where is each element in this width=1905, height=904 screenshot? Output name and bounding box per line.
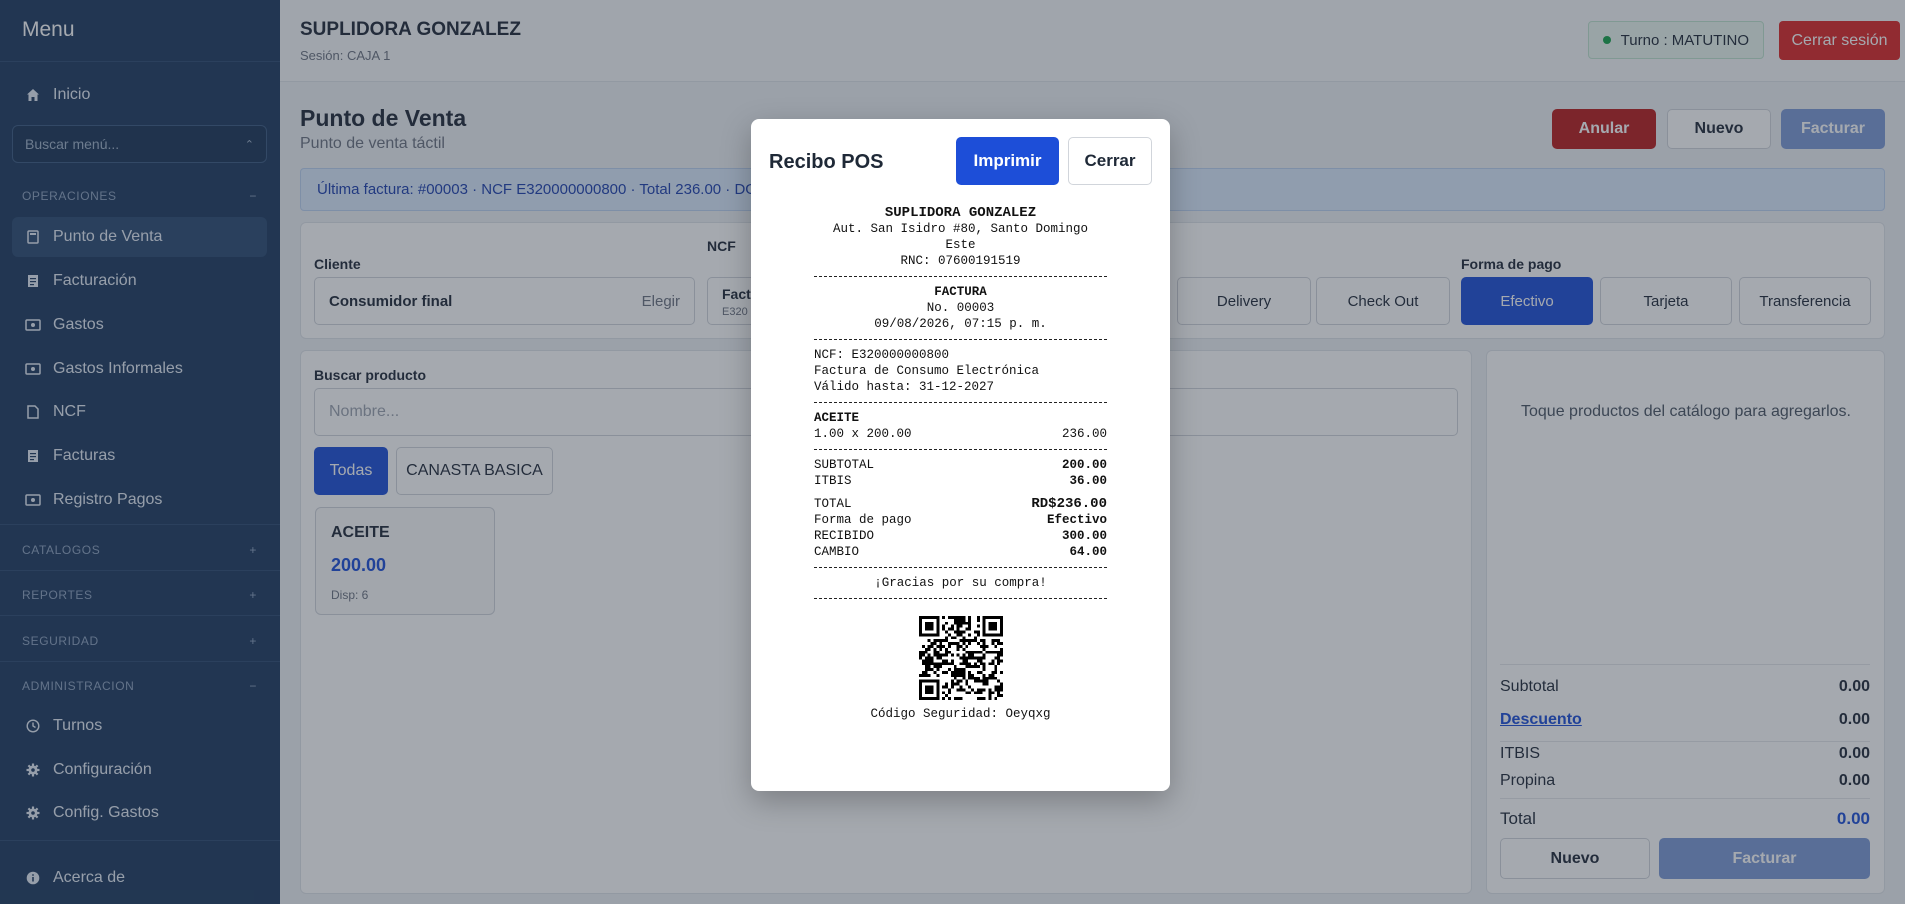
receipt-valid-until: Válido hasta: 31-12-2027: [814, 380, 995, 394]
receipt-received-row: RECIBIDO 300.00: [814, 528, 1107, 544]
receipt-ncf: NCF: E320000000800: [814, 348, 950, 362]
receipt-doc-type: FACTURA: [934, 285, 987, 299]
receipt-number: No. 00003: [926, 301, 995, 315]
receipt-itbis-label: ITBIS: [814, 474, 852, 488]
receipt-received-label: RECIBIDO: [814, 529, 875, 543]
receipt-rnc: RNC: 07600191519: [900, 254, 1021, 268]
modal-title: Recibo POS: [769, 151, 884, 173]
receipt-address: Aut. San Isidro #80, Santo Domingo: [832, 222, 1089, 236]
receipt-change-row: CAMBIO 64.00: [814, 544, 1107, 560]
receipt-ncf-type: Factura de Consumo Electrónica: [814, 364, 1040, 378]
receipt-modal: Recibo POS Imprimir Cerrar SUPLIDORA GON…: [751, 119, 1170, 791]
receipt-payment-value: Efectivo: [1046, 513, 1107, 527]
receipt-security-code: Código Seguridad: Oeyqxg: [870, 707, 1051, 721]
receipt-total-value: RD$236.00: [1031, 496, 1107, 512]
print-button[interactable]: Imprimir: [956, 137, 1059, 185]
divider: [814, 276, 1107, 277]
divider: [814, 402, 1107, 403]
receipt: SUPLIDORA GONZALEZ Aut. San Isidro #80, …: [814, 205, 1107, 722]
divider: [814, 598, 1107, 599]
receipt-total-row: TOTAL RD$236.00: [814, 496, 1107, 512]
close-button[interactable]: Cerrar: [1068, 137, 1152, 185]
divider: [814, 567, 1107, 568]
divider: [814, 339, 1107, 340]
receipt-datetime: 09/08/2026, 07:15 p. m.: [874, 317, 1047, 331]
receipt-thanks: ¡Gracias por su compra!: [874, 576, 1047, 590]
receipt-total-label: TOTAL: [814, 497, 852, 511]
receipt-itbis-row: ITBIS 36.00: [814, 473, 1107, 489]
receipt-item-total: 236.00: [1061, 427, 1107, 441]
receipt-payment-label: Forma de pago: [814, 513, 912, 527]
receipt-address-2: Este: [945, 238, 976, 252]
receipt-item-qty: 1.00 x 200.00: [814, 427, 912, 441]
receipt-subtotal-value: 200.00: [1061, 458, 1107, 472]
receipt-item-row: 1.00 x 200.00 236.00: [814, 426, 1107, 442]
receipt-change-label: CAMBIO: [814, 545, 860, 559]
receipt-itbis-value: 36.00: [1069, 474, 1107, 488]
receipt-subtotal-row: SUBTOTAL 200.00: [814, 457, 1107, 473]
receipt-change-value: 64.00: [1069, 545, 1107, 559]
receipt-item-name: ACEITE: [814, 411, 860, 425]
receipt-company: SUPLIDORA GONZALEZ: [884, 205, 1037, 221]
receipt-received-value: 300.00: [1061, 529, 1107, 543]
qr-code-icon: [918, 616, 1003, 700]
receipt-payment-row: Forma de pago Efectivo: [814, 512, 1107, 528]
divider: [814, 449, 1107, 450]
receipt-subtotal-label: SUBTOTAL: [814, 458, 875, 472]
